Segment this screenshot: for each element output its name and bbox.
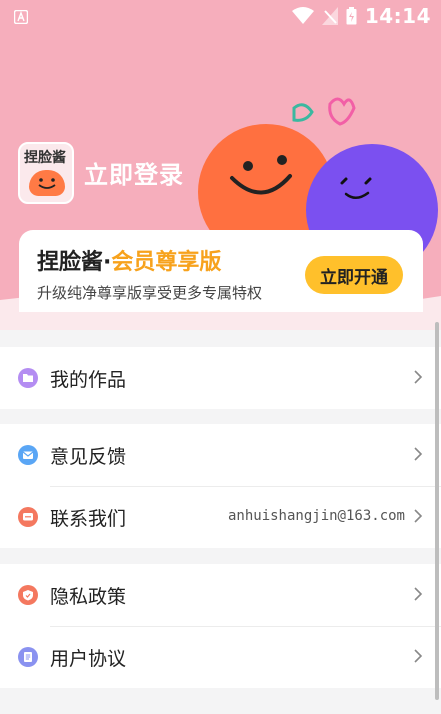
header: 14:14 捏脸酱 立即登录 捏脸酱·会员尊享版 升级纯净尊享版享受更多专属特权… bbox=[0, 0, 441, 330]
menu-group-legal: 隐私政策 用户协议 bbox=[0, 564, 441, 688]
avatar[interactable]: 捏脸酱 bbox=[18, 142, 74, 204]
contact-email: anhuishangjin@163.com bbox=[227, 508, 405, 524]
activate-membership-button[interactable]: 立即开通 bbox=[305, 256, 403, 294]
menu-group-support: 意见反馈 联系我们 anhuishangjin@163.com bbox=[0, 424, 441, 548]
menu-item-agreement[interactable]: 用户协议 bbox=[0, 626, 441, 688]
member-vip-label: 会员尊享版 bbox=[111, 250, 222, 275]
app-notification-icon bbox=[13, 8, 29, 29]
login-link[interactable]: 立即登录 bbox=[84, 155, 184, 190]
scrollbar[interactable] bbox=[435, 322, 439, 700]
heart-icon bbox=[328, 97, 356, 126]
shield-icon bbox=[18, 585, 38, 605]
document-icon bbox=[18, 647, 38, 667]
menu-item-label: 我的作品 bbox=[50, 369, 127, 391]
status-bar: 14:14 bbox=[0, 0, 441, 34]
member-card-subtitle: 升级纯净尊享版享受更多专属特权 bbox=[37, 284, 263, 302]
signal-icon bbox=[321, 7, 338, 25]
menu-item-feedback[interactable]: 意见反馈 bbox=[0, 424, 441, 486]
menu-item-label: 意见反馈 bbox=[50, 446, 127, 468]
chevron-right-icon bbox=[414, 587, 423, 601]
menu-item-label: 联系我们 bbox=[50, 508, 127, 530]
menu-item-privacy[interactable]: 隐私政策 bbox=[0, 564, 441, 626]
chat-icon bbox=[18, 507, 38, 527]
mail-icon bbox=[18, 445, 38, 465]
chevron-right-icon bbox=[414, 509, 423, 523]
heart-icon bbox=[292, 103, 314, 122]
status-time: 14:14 bbox=[364, 4, 431, 28]
member-brand: 捏脸酱 bbox=[37, 250, 104, 275]
member-card[interactable]: 捏脸酱·会员尊享版 升级纯净尊享版享受更多专属特权 立即开通 bbox=[19, 230, 423, 312]
avatar-text: 捏脸酱 bbox=[24, 150, 66, 166]
folder-icon bbox=[18, 368, 38, 388]
wifi-icon bbox=[291, 7, 314, 24]
chevron-right-icon bbox=[414, 649, 423, 663]
menu-item-works[interactable]: 我的作品 bbox=[0, 347, 441, 409]
battery-icon bbox=[346, 7, 357, 25]
menu-item-label: 用户协议 bbox=[50, 648, 127, 670]
chevron-right-icon bbox=[414, 370, 423, 384]
menu-group-works: 我的作品 bbox=[0, 347, 441, 409]
menu-item-contact[interactable]: 联系我们 anhuishangjin@163.com bbox=[0, 486, 441, 548]
member-card-title: 捏脸酱·会员尊享版 bbox=[37, 244, 221, 276]
avatar-face-icon bbox=[29, 170, 65, 196]
chevron-right-icon bbox=[414, 447, 423, 461]
menu-item-label: 隐私政策 bbox=[50, 586, 127, 608]
